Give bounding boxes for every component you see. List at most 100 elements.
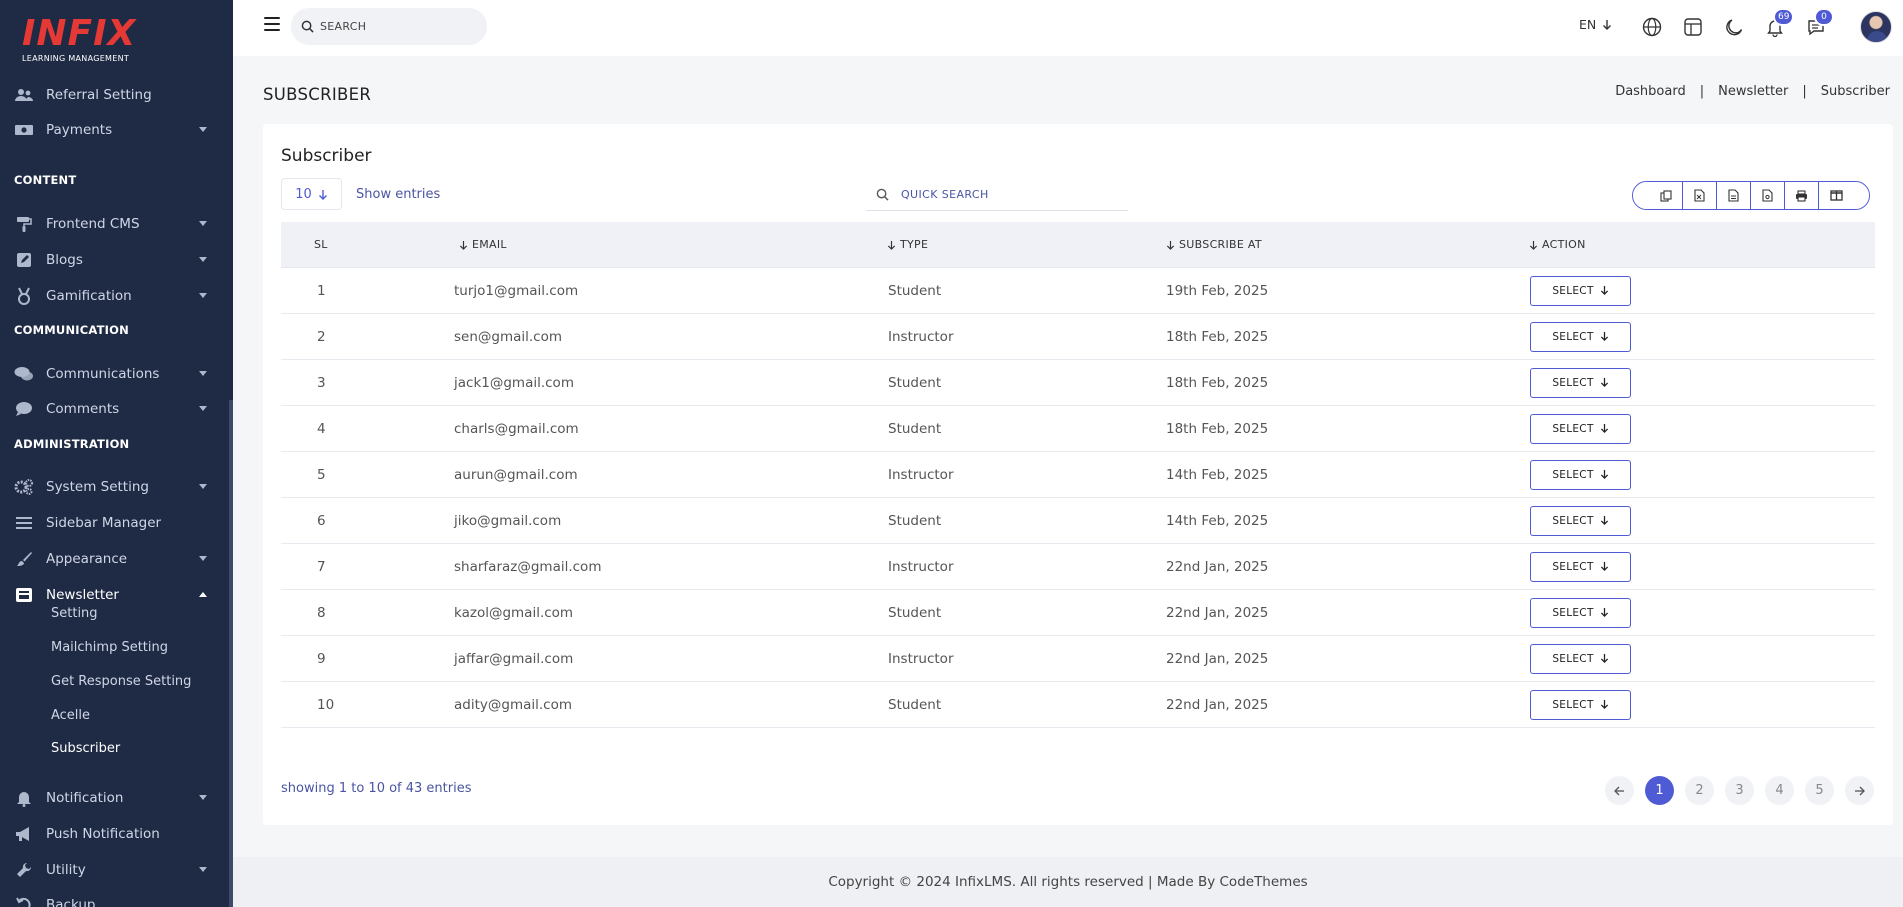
sidebar-item-label: Newsletter [46,587,119,603]
pagination-prev[interactable] [1605,776,1634,805]
notification-bell-icon[interactable]: 69 [1763,8,1795,39]
pagination-page[interactable]: 4 [1765,776,1794,805]
select-action-button[interactable]: SELECT [1530,322,1631,352]
excel-button[interactable] [1683,182,1717,209]
sidebar-item-sidebar-manager[interactable]: Sidebar Manager [0,507,229,539]
select-action-button[interactable]: SELECT [1530,368,1631,398]
column-header-email[interactable]: EMAIL [459,238,507,251]
column-header-subscribe-at[interactable]: SUBSCRIBE AT [1166,238,1262,251]
medal-icon [13,287,35,305]
select-action-button[interactable]: SELECT [1530,460,1631,490]
arrow-down-icon [1600,699,1609,712]
arrow-down-icon [1600,423,1609,436]
layout-icon[interactable] [1681,15,1705,39]
select-action-button[interactable]: SELECT [1530,276,1631,306]
table-row: 1 turjo1@gmail.com Student 19th Feb, 2025 SE… [281,268,1875,314]
users-icon [13,86,35,104]
sidebar-item-label: Payments [46,122,113,138]
sidebar-item-label: Appearance [46,551,128,567]
language-selector[interactable]: EN [1579,17,1612,32]
entries-select[interactable]: 10 [281,178,342,210]
logo[interactable]: INFIX LEARNING MANAGEMENT [22,14,142,68]
header-search[interactable] [291,8,487,45]
sidebar-item-push-notification[interactable]: Push Notification [0,818,229,850]
copy-button[interactable] [1633,182,1683,209]
column-header-sl[interactable]: SL [314,238,328,251]
subscribe-date-cell: 19th Feb, 2025 [1166,283,1269,299]
select-action-button[interactable]: SELECT [1530,506,1631,536]
sidebar-item-label: Frontend CMS [46,216,140,232]
select-action-button[interactable]: SELECT [1530,690,1631,720]
sidebar-subitem-get-response-setting[interactable]: Get Response Setting [51,674,191,689]
sidebar-scrollbar[interactable] [229,400,233,907]
pdf-button[interactable] [1751,182,1785,209]
undo-icon [13,896,35,907]
column-header-type[interactable]: TYPE [887,238,928,251]
select-action-button[interactable]: SELECT [1530,552,1631,582]
gears-icon [13,478,35,496]
breadcrumb-newsletter[interactable]: Newsletter [1718,84,1788,99]
select-action-button[interactable]: SELECT [1530,414,1631,444]
csv-button[interactable] [1717,182,1751,209]
print-button[interactable] [1785,182,1819,209]
sl-cell: 3 [317,375,326,391]
messages-icon[interactable]: 0 [1804,8,1834,39]
sidebar-item-blogs[interactable]: Blogs [0,244,229,276]
table-row: 9 jaffar@gmail.com Instructor 22nd Jan, 202… [281,636,1875,682]
search-icon [301,20,314,33]
sidebar-item-payments[interactable]: Payments [0,114,229,146]
select-action-button[interactable]: SELECT [1530,598,1631,628]
select-label: SELECT [1552,285,1594,297]
sidebar-item-referral-setting[interactable]: Referral Setting [0,79,229,111]
sidebar-item-newsletter[interactable]: Newsletter [0,579,229,611]
pagination-page[interactable]: 2 [1685,776,1714,805]
quick-search-input[interactable] [901,187,1101,201]
table-body: 1 turjo1@gmail.com Student 19th Feb, 2025 SE… [281,268,1875,728]
menu-toggle-icon[interactable] [264,17,280,31]
sidebar-item-system-setting[interactable]: System Setting [0,471,229,503]
subscribe-date-cell: 18th Feb, 2025 [1166,421,1269,437]
quick-search[interactable] [866,178,1128,211]
type-cell: Instructor [888,329,954,345]
caret-down-icon [199,406,207,411]
column-header-action[interactable]: ACTION [1529,238,1586,251]
sidebar-item-comments[interactable]: Comments [0,393,229,425]
subscribe-date-cell: 22nd Jan, 2025 [1166,697,1269,713]
user-avatar[interactable] [1860,11,1892,43]
sidebar-item-backup[interactable]: Backup [0,889,229,907]
arrow-left-icon [1614,786,1624,795]
pagination-page[interactable]: 5 [1805,776,1834,805]
subscribe-date-cell: 18th Feb, 2025 [1166,375,1269,391]
email-cell: sharfaraz@gmail.com [454,559,602,575]
sidebar-item-label: Referral Setting [46,87,152,103]
sidebar-item-gamification[interactable]: Gamification [0,280,229,312]
sidebar-subitem-setting[interactable]: Setting [51,606,98,621]
sidebar-item-utility[interactable]: Utility [0,854,229,886]
sort-arrow-icon [887,240,896,250]
pagination-next[interactable] [1845,776,1874,805]
breadcrumb-dashboard[interactable]: Dashboard [1615,84,1686,99]
select-label: SELECT [1552,377,1594,389]
sidebar-item-label: Backup [46,897,96,907]
pagination-page[interactable]: 3 [1725,776,1754,805]
select-action-button[interactable]: SELECT [1530,644,1631,674]
arrow-down-icon [1600,561,1609,574]
select-label: SELECT [1552,699,1594,711]
sidebar-item-communications[interactable]: Communications [0,358,229,390]
caret-down-icon [199,257,207,262]
pagination-page[interactable]: 1 [1645,776,1674,805]
globe-icon[interactable] [1640,15,1664,39]
sidebar-item-notification[interactable]: Notification [0,782,229,814]
search-input[interactable] [320,20,470,33]
sidebar-item-appearance[interactable]: Appearance [0,543,229,575]
sidebar-subitem-acelle[interactable]: Acelle [51,708,90,723]
table-row: 5 aurun@gmail.com Instructor 14th Feb, 2025… [281,452,1875,498]
dark-mode-icon[interactable] [1722,15,1746,39]
type-cell: Student [888,697,942,713]
sidebar-item-frontend-cms[interactable]: Frontend CMS [0,208,229,240]
sidebar-subitem-subscriber[interactable]: Subscriber [51,741,120,756]
sort-arrow-icon [459,240,468,250]
column-visibility-button[interactable] [1819,182,1869,209]
sidebar-subitem-mailchimp-setting[interactable]: Mailchimp Setting [51,640,168,655]
select-label: SELECT [1552,515,1594,527]
